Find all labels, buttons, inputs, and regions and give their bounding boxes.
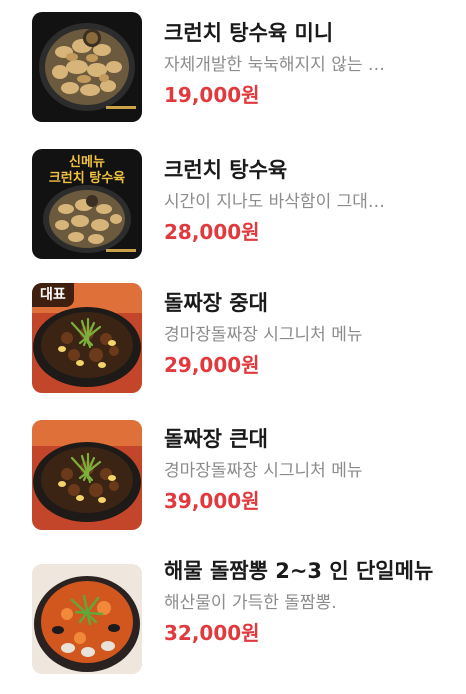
menu-item-name: 돌짜장 중대 — [164, 291, 268, 315]
menu-item-price: 28,000원 — [164, 220, 260, 244]
menu-item-description: 시간이 지나도 바삭함이 그대… — [164, 192, 385, 212]
menu-item-name: 크런치 탕수육 — [164, 158, 288, 182]
menu-item-dolijajang-large[interactable]: 돌짜장 큰대 경마장돌짜장 시그니처 메뉴 39,000원 — [0, 414, 466, 550]
jjajang-dish-image — [32, 420, 142, 530]
menu-item-description: 경마장돌짜장 시그니처 메뉴 — [164, 325, 363, 345]
pork-dish-image — [32, 12, 142, 122]
image-caption: 신메뉴 — [69, 155, 105, 170]
menu-item-seafood-jjamppong[interactable]: 해물 돌짬뽕 2~3 인 단일메뉴 해산물이 가득한 돌짬뽕. 32,000원 — [0, 550, 466, 694]
menu-item-description: 해산물이 가득한 돌짬뽕. — [164, 593, 337, 613]
menu-item-thumbnail[interactable] — [32, 12, 142, 122]
menu-item-description: 자체개발한 눅눅해지지 않는 … — [164, 55, 385, 75]
menu-item-thumbnail[interactable]: 신메뉴 크런치 탕수육 — [32, 149, 142, 259]
signature-badge: 대표 — [32, 283, 74, 307]
menu-item-thumbnail[interactable]: 대표 — [32, 283, 142, 393]
menu-item-thumbnail[interactable] — [32, 564, 142, 674]
menu-item-name: 돌짜장 큰대 — [164, 427, 268, 451]
menu-item-price: 19,000원 — [164, 83, 260, 107]
menu-item-name: 크런치 탕수육 미니 — [164, 21, 334, 45]
image-caption: 크런치 탕수육 — [49, 170, 125, 186]
menu-item-description: 경마장돌짜장 시그니처 메뉴 — [164, 461, 363, 481]
jjamppong-dish-image — [32, 564, 142, 674]
pork-dish-image: 신메뉴 크런치 탕수육 — [32, 149, 142, 259]
menu-item-crunchy-pork-mini[interactable]: 크런치 탕수육 미니 자체개발한 눅눅해지지 않는 … 19,000원 — [0, 0, 466, 138]
menu-item-price: 39,000원 — [164, 489, 260, 513]
menu-item-crunchy-pork[interactable]: 신메뉴 크런치 탕수육 크런치 탕수육 시간이 지나도 바삭함이 그대… 28,… — [0, 138, 466, 276]
menu-item-dolijajang-medium[interactable]: 대표 돌짜장 중대 경마장돌짜장 시그니처 메뉴 29,000원 — [0, 276, 466, 414]
menu-item-thumbnail[interactable] — [32, 420, 142, 530]
menu-item-name: 해물 돌짬뽕 2~3 인 단일메뉴 — [164, 559, 434, 583]
menu-item-price: 29,000원 — [164, 353, 260, 377]
menu-item-price: 32,000원 — [164, 621, 260, 645]
